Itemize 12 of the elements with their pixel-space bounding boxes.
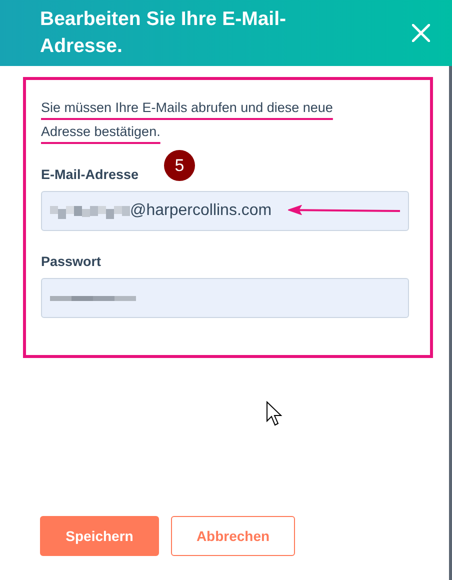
input-field[interactable]: @harpercollins.com [41,191,409,231]
field-label: Passwort [41,254,102,269]
arrow-icon [288,205,402,215]
email-value: @harpercollins.com [130,202,272,220]
step-badge: 5 [164,150,195,181]
save-button[interactable]: Speichern [40,516,159,556]
dialog-title: Bearbeiten Sie Ihre E-Mail-Adresse. [40,7,287,59]
field-label: E-Mail-Adresse [41,167,139,182]
notice-text: Sie müssen Ihre E-Mails abrufen und diese neue Adresse bestätigen. [41,99,334,141]
close-icon[interactable] [412,24,430,42]
cancel-button[interactable]: Abbrechen [171,516,295,556]
input-field[interactable] [41,278,409,318]
